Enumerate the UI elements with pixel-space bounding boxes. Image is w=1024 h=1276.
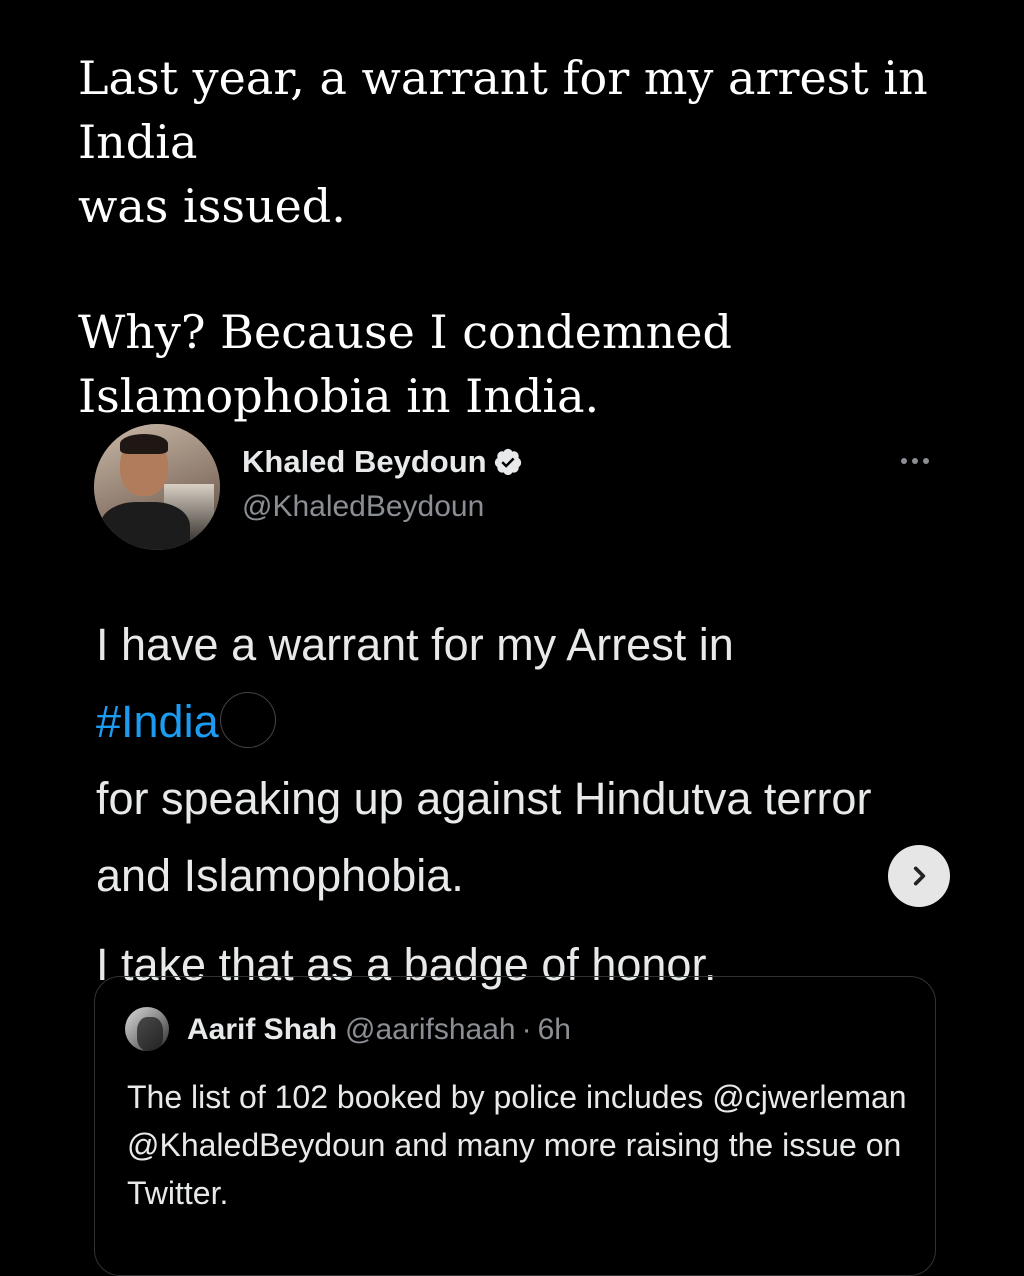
caption-text-post-flag: was issued. xyxy=(78,179,346,233)
tweet-text-line1: I have a warrant for my Arrest in xyxy=(96,619,734,670)
tweet-paragraph-1: I have a warrant for my Arrest in #India xyxy=(96,606,896,760)
quoted-tweet-header: Aarif Shah @aarifshaah · 6h xyxy=(187,1013,571,1047)
quoted-tweet-card[interactable]: Aarif Shah @aarifshaah · 6h The list of 102… xyxy=(94,976,936,1276)
author-name-text: Khaled Beydoun xyxy=(242,444,487,479)
quoted-author-name: Aarif Shah xyxy=(187,1013,338,1046)
chevron-right-icon xyxy=(913,866,926,886)
author-handle[interactable]: @KhaledBeydoun xyxy=(242,490,484,524)
story-caption: Last year, a warrant for my arrest in In… xyxy=(78,46,978,428)
author-name[interactable]: Khaled Beydoun xyxy=(242,444,523,480)
caption-paragraph-2: Why? Because I condemned Islamophobia in… xyxy=(78,305,732,423)
verified-badge-icon xyxy=(494,448,521,476)
india-flag-icon xyxy=(207,130,259,162)
india-flag-icon xyxy=(221,693,275,747)
quoted-tweet-text: The list of 102 booked by police include… xyxy=(127,1079,907,1211)
hashtag-link[interactable]: #India xyxy=(96,696,219,747)
author-avatar[interactable] xyxy=(94,424,220,550)
quoted-separator: · xyxy=(521,1013,532,1046)
caption-paragraph-1: Last year, a warrant for my arrest in In… xyxy=(78,46,978,174)
quoted-author-handle: @aarifshaah xyxy=(345,1013,516,1046)
tweet-text: I have a warrant for my Arrest in #India f… xyxy=(96,606,896,1003)
next-button[interactable] xyxy=(888,845,950,907)
caption-text-pre-flag: Last year, a warrant for my arrest in In… xyxy=(78,51,928,169)
quoted-timestamp: 6h xyxy=(537,1013,571,1046)
more-options-icon[interactable] xyxy=(890,446,940,476)
quoted-author-avatar xyxy=(125,1007,169,1051)
tweet-text-after-hashtag: for speaking up against Hindutva terror … xyxy=(96,773,872,901)
